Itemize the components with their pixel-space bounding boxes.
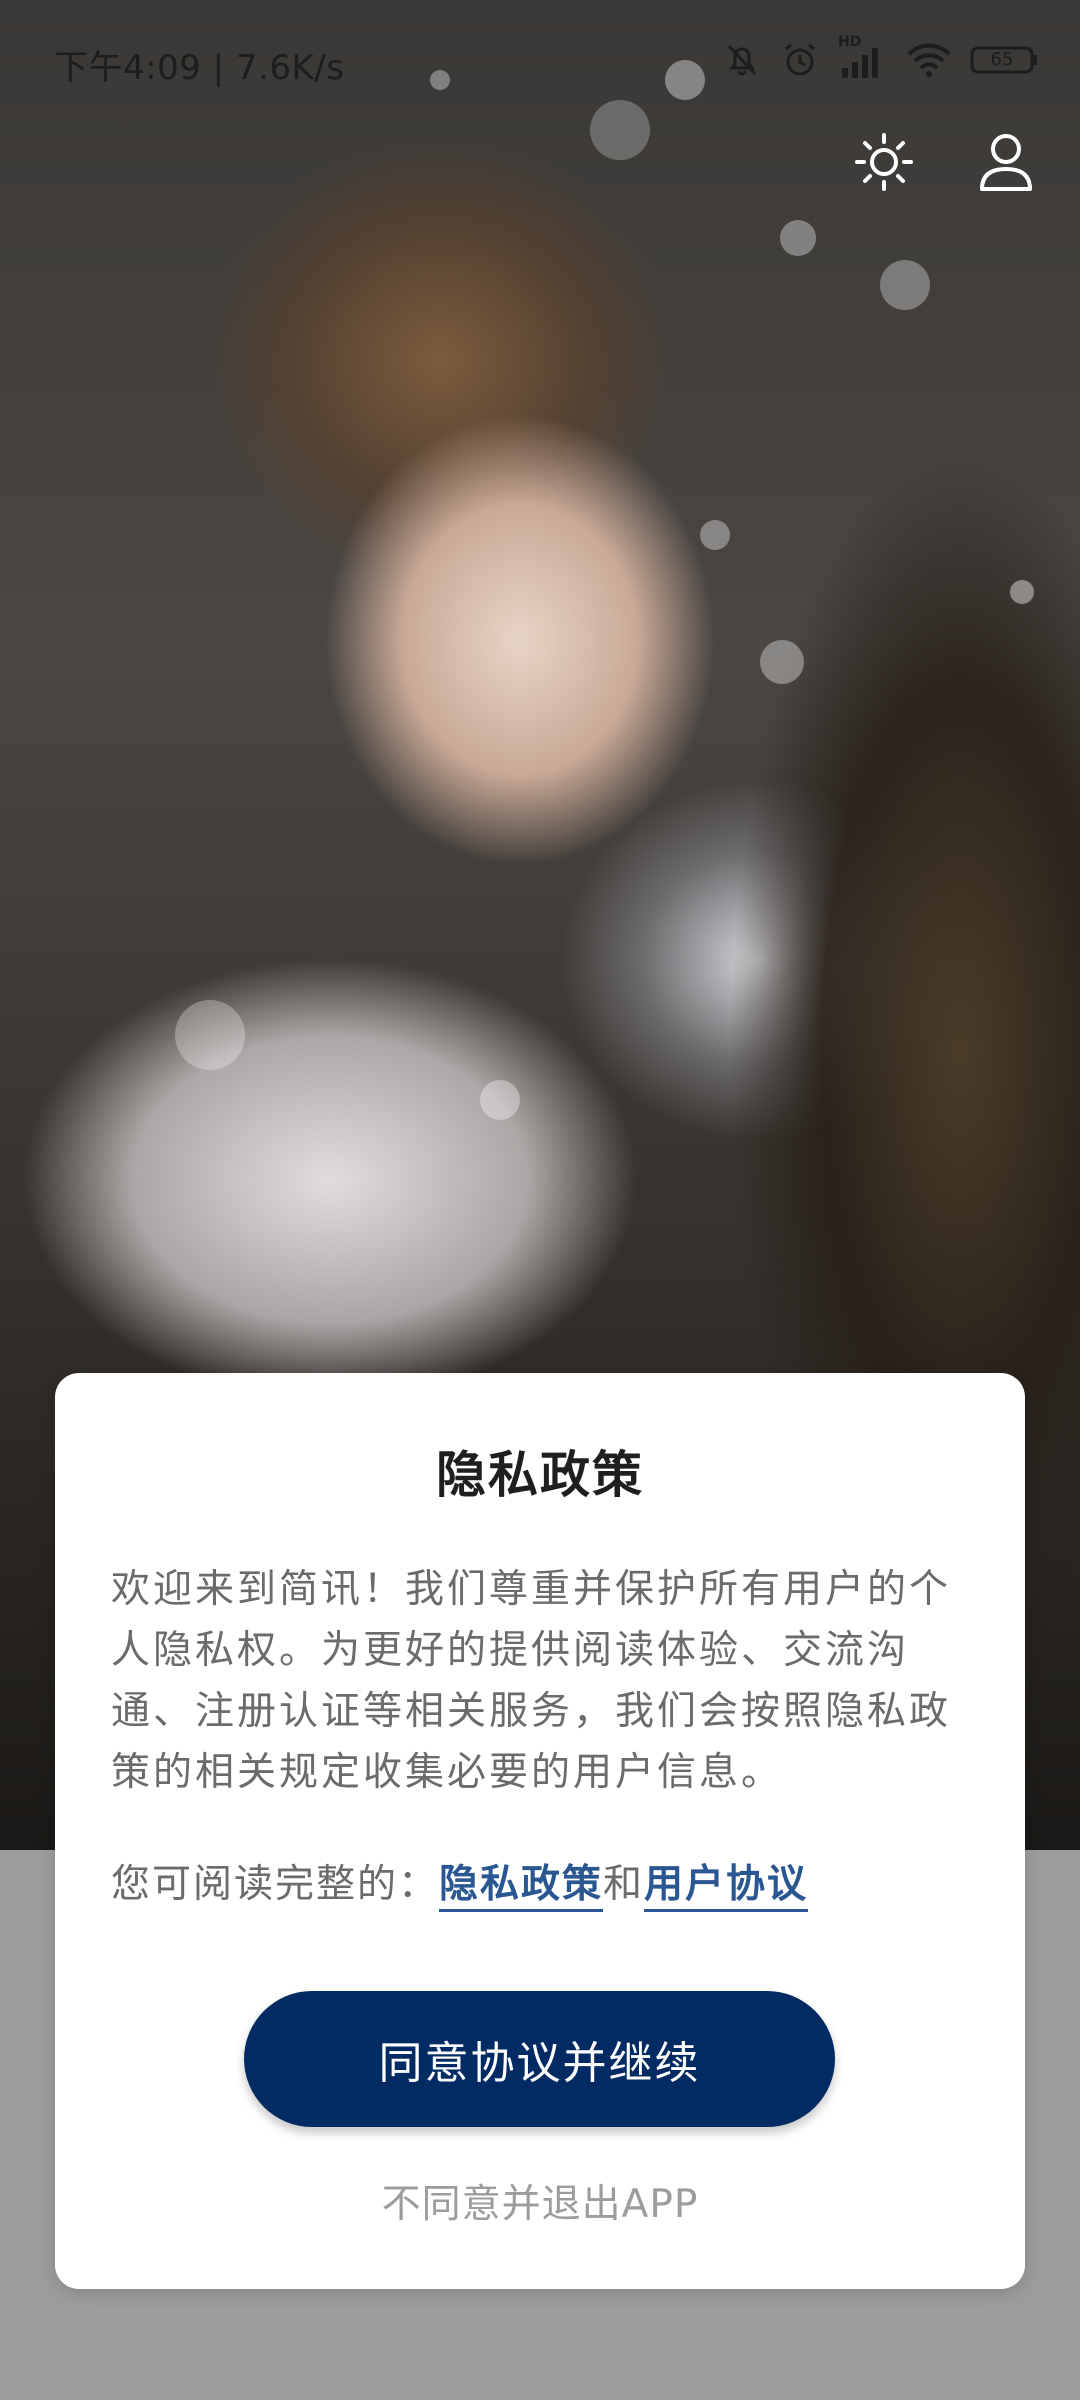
status-icons: HD 65 — [722, 34, 1040, 80]
sparkle — [175, 1000, 245, 1070]
sparkle — [700, 520, 730, 550]
privacy-dialog: 隐私政策 欢迎来到简讯！我们尊重并保护所有用户的个人隐私权。为更好的提供阅读体验… — [55, 1373, 1025, 2289]
mute-bell-icon — [722, 40, 762, 80]
status-bar: 下午4:09 | 7.6K/s HD 65 — [0, 0, 1080, 130]
sparkle — [780, 220, 816, 256]
agree-continue-button[interactable]: 同意协议并继续 — [244, 1991, 835, 2127]
brightness-button[interactable] — [850, 130, 918, 198]
links-prefix: 您可阅读完整的： — [111, 1862, 440, 1907]
status-time: 下午4:09 | 7.6K/s — [54, 48, 345, 88]
wifi-icon — [906, 40, 952, 80]
brightness-icon — [853, 131, 915, 197]
user-agreement-link[interactable]: 用户协议 — [644, 1862, 809, 1912]
signal-icon: HD — [838, 34, 888, 80]
user-icon — [978, 131, 1034, 197]
sparkle — [1010, 580, 1034, 604]
alarm-icon — [780, 40, 820, 80]
battery-icon: 65 — [970, 45, 1040, 75]
sparkle — [760, 640, 804, 684]
battery-level: 65 — [990, 49, 1014, 70]
and-text: 和 — [603, 1862, 645, 1907]
policy-links: 您可阅读完整的：隐私政策和用户协议 — [111, 1855, 985, 1915]
sparkle — [880, 260, 930, 310]
hd-badge: HD — [838, 34, 862, 50]
dialog-title: 隐私政策 — [436, 1446, 644, 1504]
privacy-policy-link[interactable]: 隐私政策 — [439, 1862, 604, 1912]
disagree-exit-button[interactable]: 不同意并退出APP — [55, 2173, 1025, 2229]
user-button[interactable] — [972, 130, 1040, 198]
sparkle — [480, 1080, 520, 1120]
dialog-body: 欢迎来到简讯！我们尊重并保护所有用户的个人隐私权。为更好的提供阅读体验、交流沟通… — [111, 1567, 952, 1795]
top-actions — [850, 130, 1040, 198]
